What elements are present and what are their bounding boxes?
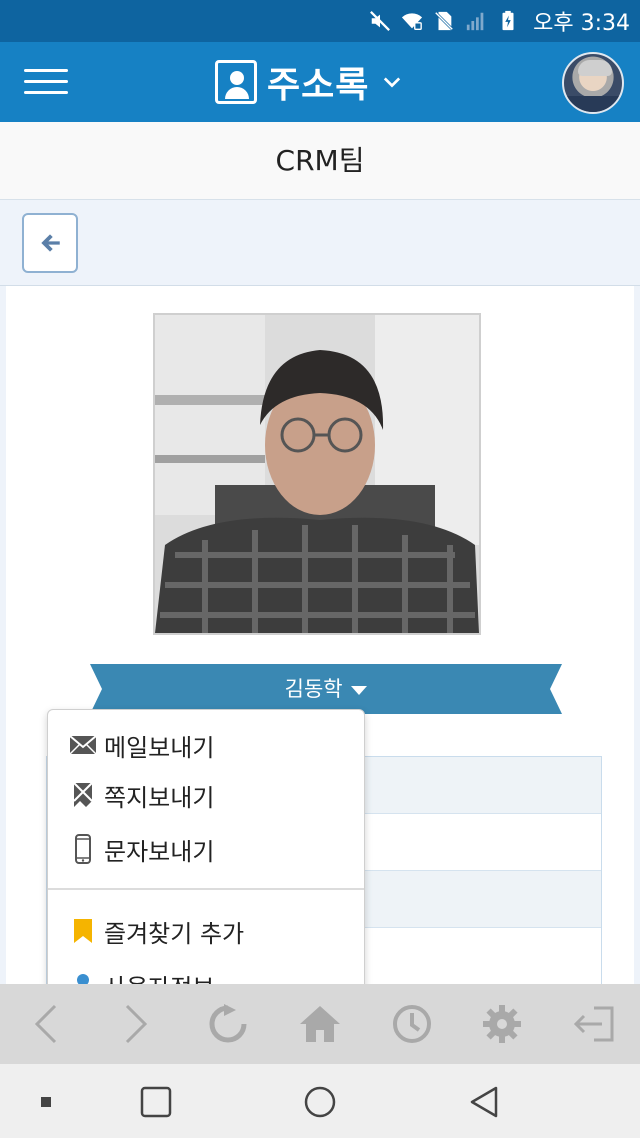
system-nav-bar: [0, 1064, 640, 1138]
menu-divider: [48, 888, 364, 890]
profile-action-menu: 메일보내기 쪽지보내기 문자보내기 즐겨찾기 추가 사용자정보: [47, 709, 365, 999]
arrow-left-icon: [41, 234, 60, 252]
menu-item-add-favorite[interactable]: 즐겨찾기 추가: [48, 906, 364, 956]
logout-icon[interactable]: [570, 1002, 618, 1046]
status-time: 오후 3:34: [533, 11, 630, 36]
chevron-down-icon: [384, 77, 401, 88]
name-ribbon[interactable]: 김동학: [90, 664, 562, 714]
back-bar: [0, 200, 640, 286]
home-icon[interactable]: [296, 1002, 344, 1046]
menu-item-send-note[interactable]: 쪽지보내기: [48, 770, 364, 820]
refresh-icon[interactable]: [204, 1002, 252, 1046]
title-dropdown[interactable]: 주소록: [215, 56, 401, 108]
battery-charging-icon: [502, 10, 514, 31]
back-icon[interactable]: [22, 1002, 70, 1046]
name-dropdown[interactable]: 김동학: [90, 664, 562, 714]
envelope-icon: [68, 732, 98, 758]
home-circle[interactable]: [300, 1082, 340, 1122]
profile-name: 김동학: [284, 677, 343, 701]
overview-square[interactable]: [136, 1082, 176, 1122]
menu-item-label: 쪽지보내기: [104, 783, 215, 812]
menu-item-send-sms[interactable]: 문자보내기: [48, 824, 364, 874]
address-book-icon: [215, 60, 257, 104]
history-icon[interactable]: [388, 1002, 436, 1046]
app-header: 주소록: [0, 42, 640, 122]
menu-item-label: 즐겨찾기 추가: [104, 919, 245, 948]
page-title: 주소록: [267, 65, 370, 106]
back-button[interactable]: [22, 213, 78, 273]
recent-apps-dot[interactable]: [26, 1082, 66, 1122]
mute-icon: [370, 11, 391, 31]
menu-item-label: 문자보내기: [104, 837, 215, 866]
menu-item-label: 메일보내기: [104, 733, 215, 762]
mobile-phone-icon: [68, 834, 98, 864]
browser-toolbar: [0, 984, 640, 1064]
menu-item-send-mail[interactable]: 메일보내기: [48, 720, 364, 770]
signal-icon: [466, 12, 484, 31]
forward-icon[interactable]: [112, 1002, 160, 1046]
no-sim-icon: [434, 11, 454, 31]
profile-photo: [153, 313, 481, 635]
hamburger-icon[interactable]: [24, 69, 68, 95]
bookmark-icon: [68, 918, 98, 944]
back-triangle[interactable]: [464, 1082, 504, 1122]
caret-down-icon: [351, 686, 368, 695]
settings-icon[interactable]: [478, 1002, 526, 1046]
status-icons: 오후 3:34: [369, 0, 630, 42]
team-title: CRM팀: [0, 122, 640, 200]
user-avatar[interactable]: [562, 52, 624, 114]
wifi-icon: [402, 13, 423, 30]
note-icon: [68, 782, 98, 808]
status-bar: 오후 3:34: [0, 0, 640, 42]
